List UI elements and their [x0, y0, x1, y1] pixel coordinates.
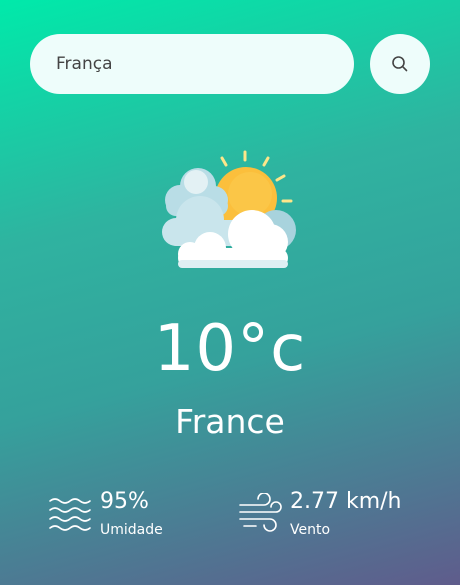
sun-behind-clouds-icon — [162, 150, 296, 268]
wind-detail: 2.77 km/h Vento — [238, 488, 402, 538]
city-name: France — [175, 402, 285, 441]
search-icon — [392, 56, 408, 72]
wind-icon — [238, 493, 282, 533]
temperature-value: 10°c — [153, 312, 307, 386]
wind-label: Vento — [290, 522, 331, 538]
search-input[interactable] — [30, 34, 354, 94]
wind-value: 2.77 km/h — [290, 489, 402, 514]
search-bar — [30, 34, 430, 94]
humidity-label: Umidade — [100, 522, 163, 538]
humidity-value: 95% — [100, 489, 149, 514]
search-button[interactable] — [370, 34, 430, 94]
humidity-waves-icon — [48, 493, 92, 533]
humidity-text: 95% Umidade — [100, 488, 163, 538]
wind-text: 2.77 km/h Vento — [290, 488, 402, 538]
weather-card: 10°c France 95% Umidade — [0, 0, 460, 585]
humidity-detail: 95% Umidade — [48, 488, 163, 538]
